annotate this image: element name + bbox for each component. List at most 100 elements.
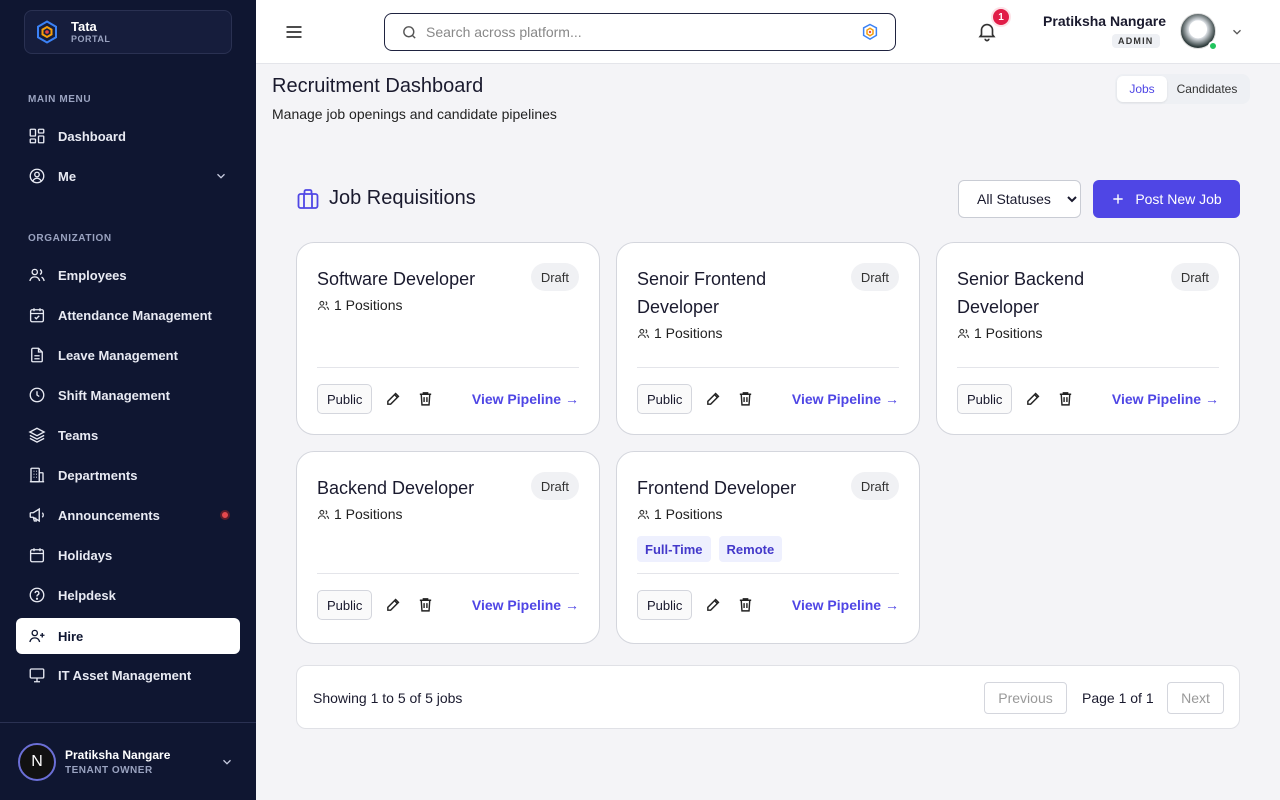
page-subtitle: Manage job openings and candidate pipeli… <box>272 106 557 122</box>
search-box <box>384 13 896 51</box>
sidebar-item-label: Leave Management <box>58 347 178 363</box>
sidebar-item-label: Holidays <box>58 547 113 563</box>
calendar-check-icon <box>29 308 45 323</box>
view-pipeline-link[interactable]: View Pipeline → <box>792 597 899 613</box>
sidebar-item-attendance[interactable]: Attendance Management <box>16 297 240 333</box>
sidebar-item-employees[interactable]: Employees <box>16 257 240 293</box>
post-new-job-label: Post New Job <box>1135 191 1222 207</box>
sidebar-item-leave[interactable]: Leave Management <box>16 337 240 373</box>
edit-icon[interactable] <box>705 596 722 613</box>
sidebar-item-me[interactable]: Me <box>16 158 240 194</box>
view-pipeline-link[interactable]: View Pipeline → <box>472 597 579 613</box>
card-divider <box>317 367 579 368</box>
sidebar-item-label: Departments <box>58 467 138 483</box>
visibility-badge[interactable]: Public <box>637 590 693 620</box>
trash-icon[interactable] <box>417 596 434 613</box>
edit-icon[interactable] <box>705 390 722 407</box>
trash-icon[interactable] <box>737 390 754 407</box>
sidebar-item-shift[interactable]: Shift Management <box>16 377 240 413</box>
pagination-info: Showing 1 to 5 of 5 jobs <box>313 690 463 706</box>
main-menu-label: MAIN MENU <box>28 94 92 105</box>
building-icon <box>29 467 45 483</box>
job-title: Senior Backend Developer <box>957 269 1085 317</box>
job-title: Software Developer <box>317 269 476 289</box>
sidebar-item-label: IT Asset Management <box>58 667 192 683</box>
users-icon <box>29 268 45 282</box>
positions-count: 1 Positions <box>957 325 1042 341</box>
users-icon <box>317 300 330 310</box>
sidebar-item-hire[interactable]: Hire <box>16 618 240 654</box>
chevron-down-icon[interactable] <box>1230 25 1244 39</box>
positions-count: 1 Positions <box>317 297 402 313</box>
brand-switcher[interactable]: Tata PORTAL <box>24 10 232 54</box>
tab-jobs[interactable]: Jobs <box>1117 76 1167 102</box>
previous-page-button[interactable]: Previous <box>984 682 1067 714</box>
job-title: Backend Developer <box>317 478 475 498</box>
page-indicator: Page 1 of 1 <box>1082 690 1154 706</box>
visibility-badge[interactable]: Public <box>317 384 373 414</box>
job-title: Senoir Frontend Developer <box>637 269 767 317</box>
status-badge: Draft <box>850 263 899 291</box>
post-new-job-button[interactable]: Post New Job <box>1093 180 1240 218</box>
unread-dot <box>220 510 230 520</box>
sidebar-item-helpdesk[interactable]: Helpdesk <box>16 577 240 613</box>
status-filter-select[interactable]: All Statuses <box>958 180 1081 218</box>
section-title: Job Requisitions <box>329 187 476 209</box>
status-badge: Draft <box>530 472 579 500</box>
job-card: Software Developer Draft 1 Positions Pub… <box>296 242 600 435</box>
trash-icon[interactable] <box>737 596 754 613</box>
positions-count: 1 Positions <box>317 506 402 522</box>
briefcase-icon <box>297 189 319 209</box>
job-tag: Remote <box>718 536 783 562</box>
edit-icon[interactable] <box>1025 390 1042 407</box>
positions-label: 1 Positions <box>654 506 723 522</box>
users-icon <box>637 509 650 519</box>
tab-candidates[interactable]: Candidates <box>1167 76 1247 102</box>
brand-logo-icon <box>37 20 57 44</box>
users-icon <box>957 328 970 338</box>
avatar: N <box>18 742 56 781</box>
positions-label: 1 Positions <box>974 325 1043 341</box>
status-badge: Draft <box>530 263 579 291</box>
positions-count: 1 Positions <box>637 325 722 341</box>
search-input[interactable] <box>426 24 846 40</box>
clock-icon <box>29 387 45 403</box>
edit-icon[interactable] <box>385 596 402 613</box>
shield-logo-icon <box>862 23 878 40</box>
notification-count-badge: 1 <box>991 7 1011 27</box>
sidebar: Tata PORTAL MAIN MENU Dashboard Me ORGAN… <box>0 0 256 800</box>
sidebar-item-dashboard[interactable]: Dashboard <box>16 118 240 154</box>
sidebar-item-holidays[interactable]: Holidays <box>16 537 240 573</box>
trash-icon[interactable] <box>417 390 434 407</box>
trash-icon[interactable] <box>1057 390 1074 407</box>
next-page-button[interactable]: Next <box>1167 682 1224 714</box>
view-pipeline-link[interactable]: View Pipeline → <box>472 391 579 407</box>
card-divider <box>637 367 899 368</box>
visibility-badge[interactable]: Public <box>637 384 693 414</box>
pagination-bar: Showing 1 to 5 of 5 jobs Previous Page 1… <box>296 665 1240 729</box>
visibility-badge[interactable]: Public <box>317 590 373 620</box>
hamburger-menu-icon[interactable] <box>284 22 304 42</box>
view-pipeline-link[interactable]: View Pipeline → <box>792 391 899 407</box>
sidebar-item-departments[interactable]: Departments <box>16 457 240 493</box>
positions-label: 1 Positions <box>654 325 723 341</box>
view-pipeline-link[interactable]: View Pipeline → <box>1112 391 1219 407</box>
sidebar-item-label: Hire <box>58 628 84 644</box>
sidebar-item-label: Attendance Management <box>58 307 212 323</box>
positions-count: 1 Positions <box>637 506 722 522</box>
edit-icon[interactable] <box>385 390 402 407</box>
job-card: Senior Backend Developer Draft 1 Positio… <box>936 242 1240 435</box>
help-circle-icon <box>29 587 45 603</box>
job-card: Backend Developer Draft 1 Positions Publ… <box>296 451 600 644</box>
sidebar-item-announcements[interactable]: Announcements <box>16 497 240 533</box>
chevron-down-icon <box>217 173 225 179</box>
monitor-icon <box>29 668 45 683</box>
sidebar-item-label: Announcements <box>58 507 160 523</box>
dashboard-icon <box>29 128 45 144</box>
sidebar-item-it-assets[interactable]: IT Asset Management <box>16 657 240 693</box>
header-user-name[interactable]: Pratiksha Nangare <box>1040 13 1166 29</box>
visibility-badge[interactable]: Public <box>957 384 1013 414</box>
calendar-icon <box>29 548 45 563</box>
sidebar-item-teams[interactable]: Teams <box>16 417 240 453</box>
sidebar-user-menu[interactable]: N Pratiksha Nangare TENANT OWNER <box>0 722 256 800</box>
